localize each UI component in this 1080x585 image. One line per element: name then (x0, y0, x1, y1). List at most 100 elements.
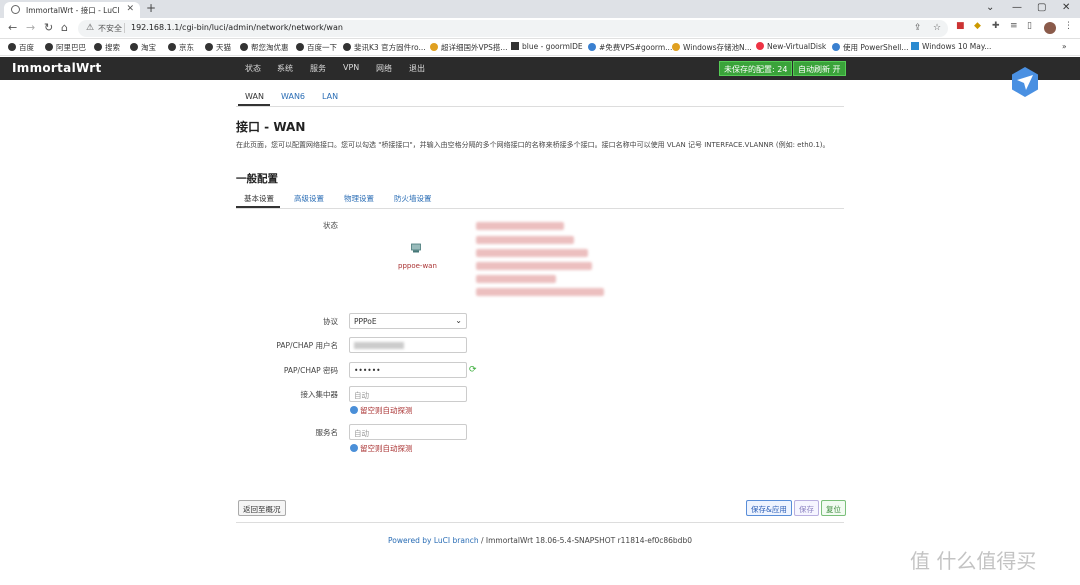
info-icon (350, 444, 358, 452)
password-label: PAP/CHAP 密码 (283, 366, 338, 375)
globe-icon (205, 43, 213, 51)
sidebar-icon[interactable]: ▯ (1027, 21, 1032, 31)
subtab-firewall[interactable]: 防火墙设置 (394, 193, 432, 204)
unsaved-changes-badge[interactable]: 未保存的配置: 24 (719, 61, 793, 76)
password-value: •••••• (354, 366, 381, 375)
ac-hint: 留空则自动探测 (350, 405, 413, 416)
bookmark-item[interactable]: 使用 PowerShell... (832, 42, 909, 53)
tab-title: ImmortalWrt - 接口 - LuCI (26, 6, 120, 15)
bookmark-star-icon[interactable]: ☆ (933, 23, 941, 33)
username-input[interactable] (349, 337, 467, 353)
bookmark-item[interactable]: Windows存储池N... (672, 42, 752, 53)
omnibox[interactable]: ⚠ 不安全 192.168.1.1/cgi-bin/luci/admin/net… (78, 20, 948, 37)
brand-logo[interactable]: ImmortalWrt (12, 61, 102, 75)
favicon-icon (11, 5, 20, 14)
auto-refresh-badge[interactable]: 自动刷新 开 (793, 61, 846, 76)
page-title: 接口 - WAN (236, 120, 306, 134)
bookmark-item[interactable]: 帮您淘优惠 (240, 42, 289, 53)
bookmark-item[interactable]: 百度 (8, 42, 34, 53)
media-icon[interactable]: ≡ (1010, 21, 1018, 31)
menu-item-logout[interactable]: 退出 (409, 63, 425, 74)
save-button[interactable]: 保存 (794, 500, 819, 516)
window-close-icon[interactable]: ✕ (1062, 2, 1070, 13)
share-icon[interactable]: ⇪ (914, 23, 922, 33)
bookmark-item[interactable]: 斐讯K3 官方固件ro... (343, 42, 426, 53)
bookmark-item[interactable]: #免费VPS#goorm... (588, 42, 672, 53)
tab-search-icon[interactable]: ⌄ (986, 2, 994, 13)
bookmark-item[interactable]: 京东 (168, 42, 194, 53)
luci-link[interactable]: Powered by LuCI branch (388, 536, 479, 545)
globe-icon (168, 43, 176, 51)
avatar[interactable] (1044, 22, 1056, 34)
chevron-down-icon: ⌄ (455, 316, 462, 325)
menu-item-services[interactable]: 服务 (310, 63, 326, 74)
ac-placeholder: 自动 (354, 391, 369, 400)
ac-input[interactable]: 自动 (349, 386, 467, 402)
tab-lan[interactable]: LAN (322, 92, 338, 101)
bookmark-item[interactable]: blue - goormIDE (511, 42, 583, 51)
browser-tab-bar: ImmortalWrt - 接口 - LuCI ✕ + ⌄ — ▢ ✕ (0, 0, 1080, 18)
tab-wan[interactable]: WAN (245, 92, 264, 101)
browser-tab[interactable]: ImmortalWrt - 接口 - LuCI ✕ (4, 2, 140, 18)
luci-header: ImmortalWrt 状态 系统 服务 VPN 网络 退出 未保存的配置: 2… (0, 57, 1080, 80)
protocol-select[interactable]: PPPoE ⌄ (349, 313, 467, 329)
puzzle-icon[interactable]: ✚ (992, 21, 1000, 31)
url-text[interactable]: 192.168.1.1/cgi-bin/luci/admin/network/n… (131, 23, 343, 32)
logo-bird-icon (1012, 67, 1038, 97)
menu-item-status[interactable]: 状态 (245, 63, 261, 74)
bookmark-item[interactable]: Windows 10 May... (911, 42, 991, 51)
password-input[interactable]: •••••• (349, 362, 467, 378)
minimize-icon[interactable]: — (1012, 2, 1022, 13)
status-line-redacted (476, 222, 564, 230)
bookmark-item[interactable]: 天猫 (205, 42, 231, 53)
reload-icon[interactable]: ↻ (44, 21, 53, 34)
service-label: 服务名 (315, 428, 339, 437)
extension-icon[interactable]: ■ (956, 21, 965, 31)
forward-icon[interactable]: → (26, 21, 35, 34)
menu-item-system[interactable]: 系统 (277, 63, 293, 74)
version-text: / ImmortalWrt 18.06-5.4-SNAPSHOT r11814-… (478, 536, 692, 545)
extension-icon[interactable]: ◆ (974, 21, 981, 31)
new-tab-icon[interactable]: + (146, 1, 156, 15)
bookmark-item[interactable]: 搜索 (94, 42, 120, 53)
back-icon[interactable]: ← (8, 21, 17, 34)
maximize-icon[interactable]: ▢ (1037, 2, 1046, 13)
service-hint: 留空则自动探测 (350, 443, 413, 454)
reveal-password-icon[interactable]: ⟳ (469, 365, 477, 375)
home-icon[interactable]: ⌂ (61, 21, 68, 34)
folder-icon (430, 43, 438, 51)
bookmark-item[interactable]: 百度一下 (296, 42, 337, 53)
status-line-redacted (476, 262, 592, 270)
subtab-advanced[interactable]: 高级设置 (294, 193, 324, 204)
ac-label: 接入集中器 (300, 390, 339, 399)
globe-icon (130, 43, 138, 51)
username-label: PAP/CHAP 用户名 (276, 341, 338, 350)
bookmark-item[interactable]: 超详细国外VPS搭... (430, 42, 508, 53)
bookmark-item[interactable]: New-VirtualDisk (756, 42, 826, 51)
back-to-overview-button[interactable]: 返回至概况 (238, 500, 286, 516)
protocol-value: PPPoE (354, 317, 377, 326)
bookmark-icon (911, 42, 919, 50)
service-input[interactable]: 自动 (349, 424, 467, 440)
menu-item-network[interactable]: 网络 (376, 63, 392, 74)
bookmark-item[interactable]: 阿里巴巴 (45, 42, 86, 53)
status-line-redacted (476, 249, 588, 257)
footer: Powered by LuCI branch / ImmortalWrt 18.… (0, 536, 1080, 545)
bookmark-icon (832, 43, 840, 51)
more-bookmarks-icon[interactable]: » (1062, 42, 1067, 51)
globe-icon (296, 43, 304, 51)
menu-icon[interactable]: ⋮ (1064, 21, 1073, 31)
tab-close-icon[interactable]: ✕ (126, 4, 134, 14)
globe-icon (45, 43, 53, 51)
subtab-basic[interactable]: 基本设置 (244, 193, 274, 204)
info-icon (350, 406, 358, 414)
menu-item-vpn[interactable]: VPN (343, 63, 359, 72)
insecure-label: 不安全 (98, 24, 122, 33)
globe-icon (240, 43, 248, 51)
subtab-physical[interactable]: 物理设置 (344, 193, 374, 204)
bookmark-item[interactable]: 淘宝 (130, 42, 156, 53)
tab-wan6[interactable]: WAN6 (281, 92, 305, 101)
reset-button[interactable]: 复位 (821, 500, 846, 516)
divider (236, 106, 844, 107)
save-apply-button[interactable]: 保存&应用 (746, 500, 792, 516)
